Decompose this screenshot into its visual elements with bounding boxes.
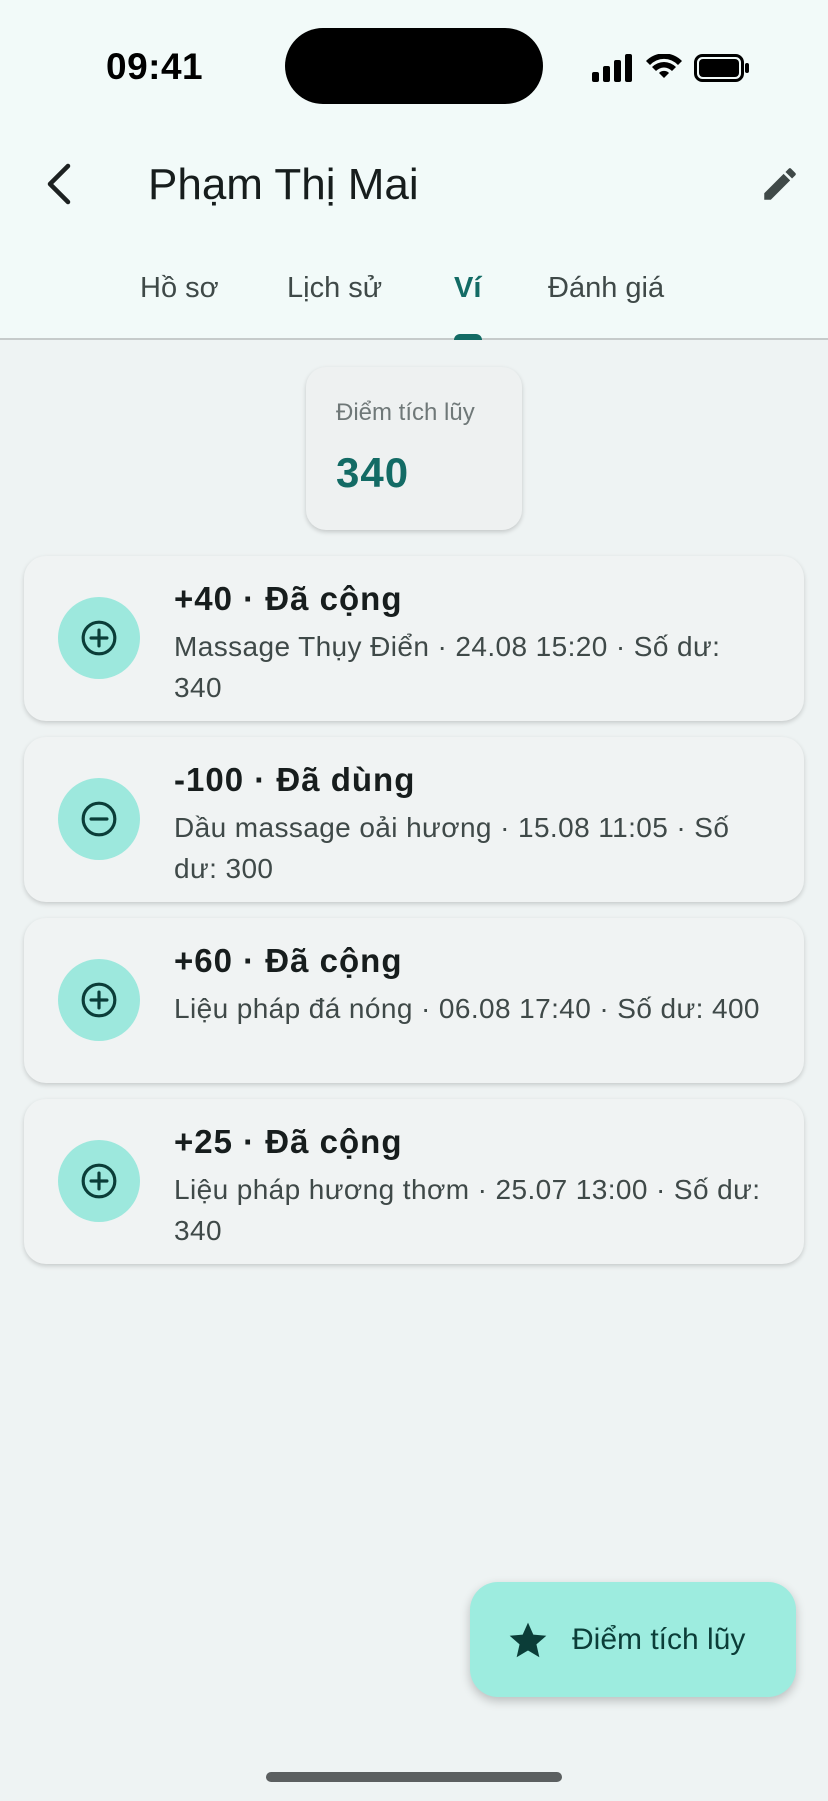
wifi-icon xyxy=(646,54,682,78)
fab-label: Điểm tích lũy xyxy=(572,1622,746,1656)
plus-circle-icon xyxy=(81,982,117,1018)
home-indicator[interactable] xyxy=(266,1772,562,1782)
minus-circle-icon xyxy=(81,801,117,837)
transaction-avatar xyxy=(58,1140,140,1222)
transaction-avatar xyxy=(58,959,140,1041)
transaction-item[interactable]: +25 · Đã cộng Liệu pháp hương thơm · 25.… xyxy=(24,1099,804,1264)
dynamic-island xyxy=(285,28,543,104)
star-icon xyxy=(509,1622,547,1657)
transaction-detail: Liệu pháp đá nóng · 06.08 17:40 · Số dư:… xyxy=(174,993,760,1024)
back-button[interactable] xyxy=(28,152,92,216)
back-arrow-icon xyxy=(47,163,71,205)
transaction-item[interactable]: +60 · Đã cộng Liệu pháp đá nóng · 06.08 … xyxy=(24,918,804,1083)
points-label: Điểm tích lũy xyxy=(336,399,475,426)
transaction-item[interactable]: +40 · Đã cộng Massage Thụy Điển · 24.08 … xyxy=(24,556,804,721)
battery-icon xyxy=(694,54,749,82)
signal-icon xyxy=(592,54,632,82)
transaction-avatar xyxy=(58,597,140,679)
plus-circle-icon xyxy=(81,620,117,656)
points-summary-card: Điểm tích lũy 340 xyxy=(306,367,522,530)
points-value: 340 xyxy=(336,449,410,496)
pencil-icon xyxy=(764,168,796,200)
transaction-title: +25 · Đã cộng xyxy=(174,1123,403,1160)
edit-button[interactable] xyxy=(748,152,812,216)
transaction-title: +60 · Đã cộng xyxy=(174,942,403,979)
status-icons xyxy=(592,48,750,88)
tab-ho-so[interactable]: Hồ sơ xyxy=(140,272,219,305)
active-tab-indicator xyxy=(454,334,482,340)
status-time: 09:41 xyxy=(106,46,204,87)
tab-lich-su[interactable]: Lịch sử xyxy=(287,272,382,305)
transaction-avatar xyxy=(58,778,140,860)
transaction-list: +40 · Đã cộng Massage Thụy Điển · 24.08 … xyxy=(24,556,804,1280)
transaction-item[interactable]: -100 · Đã dùng Dầu massage oải hương · 1… xyxy=(24,737,804,902)
transaction-detail: Liệu pháp hương thơm · 25.07 13:00 · Số … xyxy=(174,1174,761,1246)
transaction-title: -100 · Đã dùng xyxy=(174,761,416,798)
plus-circle-icon xyxy=(81,1163,117,1199)
transaction-detail: Dầu massage oải hương · 15.08 11:05 · Số… xyxy=(174,812,730,884)
top-area: 09:41 Phạm Thị Mai Hồ sơ Lịch sử Ví Đánh… xyxy=(0,0,828,340)
page-title: Phạm Thị Mai xyxy=(148,160,419,209)
points-fab-button[interactable]: Điểm tích lũy xyxy=(470,1582,796,1697)
app-bar: Phạm Thị Mai xyxy=(0,140,828,232)
transaction-title: +40 · Đã cộng xyxy=(174,580,403,617)
tab-vi[interactable]: Ví xyxy=(454,272,481,305)
tab-danh-gia[interactable]: Đánh giá xyxy=(548,272,664,305)
transaction-detail: Massage Thụy Điển · 24.08 15:20 · Số dư:… xyxy=(174,631,721,703)
tab-bar: Hồ sơ Lịch sử Ví Đánh giá xyxy=(0,262,828,340)
